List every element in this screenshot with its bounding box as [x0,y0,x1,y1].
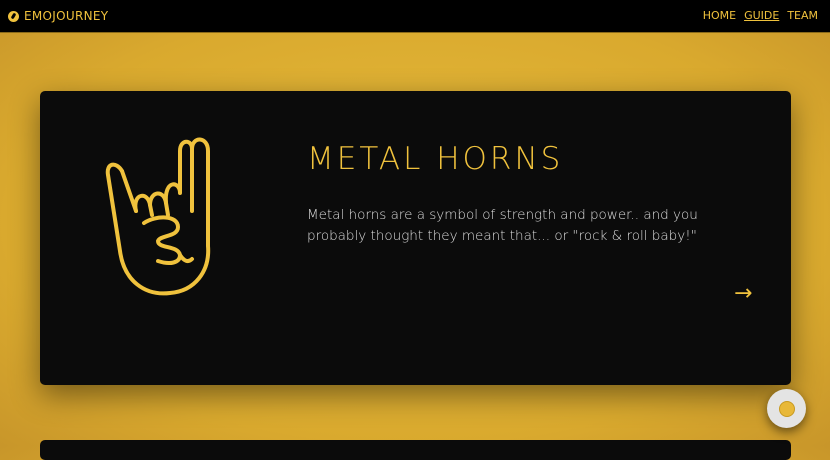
compass-icon [778,400,795,417]
card-description: Metal horns are a symbol of strength and… [307,207,698,244]
floating-action-button[interactable] [767,389,806,428]
arrow-right-icon[interactable]: → [734,281,752,306]
nav-guide[interactable]: GUIDE [744,9,779,22]
nav-team[interactable]: TEAM [787,9,818,22]
metal-horns-hand-icon [105,137,211,296]
next-card [40,440,791,460]
compass-icon [8,10,19,22]
top-nav: EMOJOURNEY HOME GUIDE TEAM [0,0,830,33]
nav-home[interactable]: HOME [703,9,736,22]
brand-name: EMOJOURNEY [24,9,109,23]
card-title: METAL HORNS [307,141,564,177]
brand-logo[interactable]: EMOJOURNEY [8,9,108,23]
emoji-card: METAL HORNS Metal horns are a symbol of … [40,91,791,385]
